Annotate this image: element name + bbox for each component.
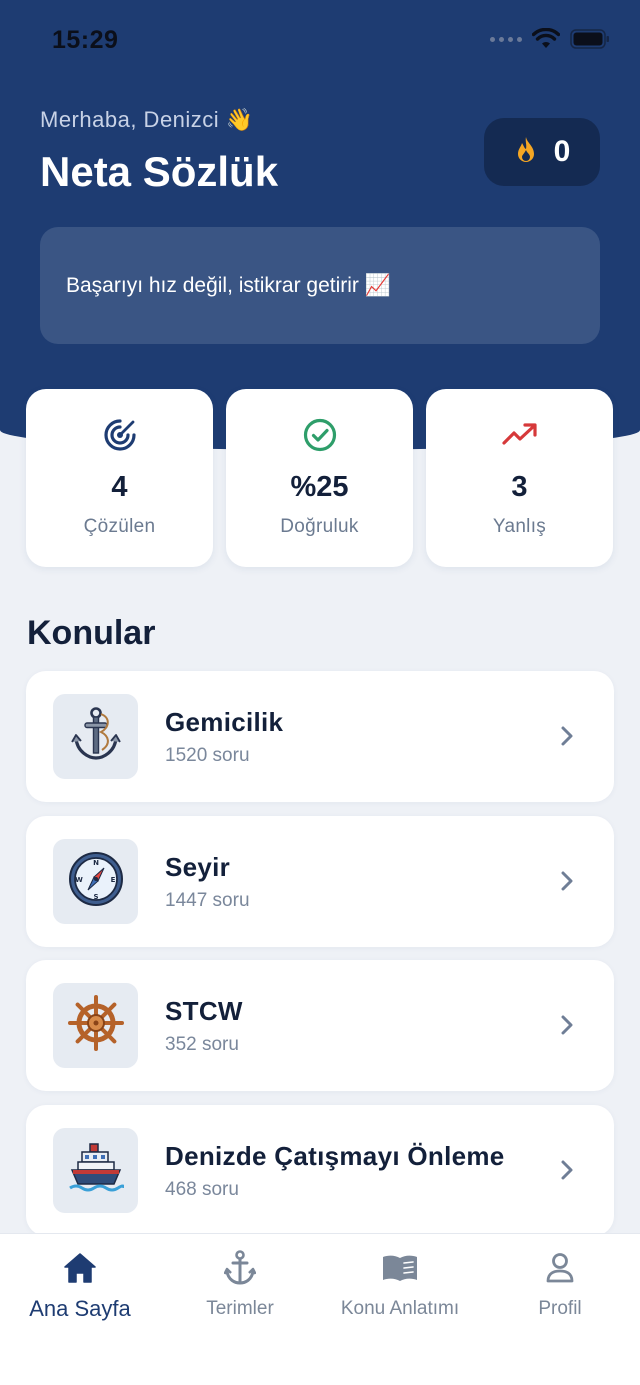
anchor-icon — [224, 1248, 256, 1288]
tab-bar: Ana Sayfa Terimler Konu Anlatımı Profil — [0, 1233, 640, 1385]
streak-badge[interactable]: 0 — [484, 118, 600, 186]
compass-icon: N S W E — [68, 851, 124, 912]
section-title-topics: Konular — [27, 614, 156, 652]
topic-thumbnail — [53, 1127, 138, 1213]
signal-icon — [490, 36, 522, 42]
topic-name: STCW — [165, 996, 243, 1026]
svg-text:N: N — [93, 859, 99, 867]
wifi-icon — [532, 28, 560, 50]
book-icon — [381, 1248, 419, 1288]
topic-card-collision[interactable]: Denizde Çatışmayı Önleme 468 soru — [26, 1104, 614, 1236]
topic-list: Gemicilik 1520 soru N S W E Seyir 1447 s… — [26, 671, 614, 1249]
topic-thumbnail — [53, 694, 138, 779]
chevron-right-icon — [560, 1159, 574, 1186]
topic-count: 1520 soru — [165, 745, 250, 766]
home-icon — [63, 1248, 97, 1288]
motto-banner: Başarıyı hız değil, istikrar getirir 📈 — [40, 227, 600, 344]
topic-count: 1447 soru — [165, 889, 250, 911]
topic-card-stcw[interactable]: STCW 352 soru — [26, 960, 614, 1091]
tab-terms[interactable]: Terimler — [160, 1248, 320, 1320]
stats-row: 4 Çözülen %25 Doğruluk 3 Yanlış — [26, 389, 613, 567]
greeting-text: Merhaba, Denizci 👋 — [40, 107, 254, 132]
tab-home[interactable]: Ana Sayfa — [0, 1248, 160, 1322]
topic-thumbnail — [53, 983, 138, 1068]
target-icon — [102, 417, 138, 453]
svg-text:W: W — [75, 876, 83, 884]
status-icons — [490, 28, 610, 50]
streak-count: 0 — [553, 135, 571, 168]
tab-lessons[interactable]: Konu Anlatımı — [320, 1248, 480, 1320]
stat-label: Çözülen — [83, 516, 156, 537]
tab-label: Konu Anlatımı — [340, 1298, 460, 1319]
chevron-right-icon — [560, 725, 574, 752]
svg-text:E: E — [110, 876, 115, 884]
person-icon — [545, 1248, 575, 1288]
status-time: 15:29 — [52, 26, 119, 54]
topic-count: 352 soru — [165, 1034, 239, 1055]
chevron-right-icon — [560, 870, 574, 897]
topic-name: Seyir — [165, 851, 231, 882]
status-bar: 15:29 — [0, 0, 640, 80]
topic-thumbnail: N S W E — [53, 838, 138, 924]
anchor-icon — [70, 706, 121, 767]
tab-label: Ana Sayfa — [29, 1296, 131, 1321]
topic-card-gemicilik[interactable]: Gemicilik 1520 soru — [26, 671, 614, 802]
stat-value: 4 — [111, 471, 128, 503]
battery-icon — [570, 29, 610, 49]
tab-label: Profil — [538, 1298, 582, 1319]
topic-name: Denizde Çatışmayı Önleme — [165, 1140, 505, 1171]
stat-card-wrong: 3 Yanlış — [426, 389, 613, 567]
stat-value: %25 — [290, 471, 349, 503]
tab-profile[interactable]: Profil — [480, 1248, 640, 1320]
trend-icon — [501, 417, 538, 453]
stat-card-accuracy: %25 Doğruluk — [226, 389, 413, 567]
page-title: Neta Sözlük — [40, 148, 279, 195]
stat-label: Doğruluk — [280, 516, 359, 537]
svg-text:S: S — [93, 893, 98, 901]
topic-count: 468 soru — [165, 1178, 239, 1200]
topic-card-seyir[interactable]: N S W E Seyir 1447 soru — [26, 815, 614, 947]
check-circle-icon — [302, 417, 338, 453]
stat-card-solved: 4 Çözülen — [26, 389, 213, 567]
topic-name: Gemicilik — [165, 707, 284, 737]
ship-wheel-icon — [67, 995, 124, 1056]
ship-icon — [68, 1140, 125, 1201]
tab-label: Terimler — [206, 1298, 274, 1319]
flame-icon — [514, 136, 538, 169]
stat-label: Yanlış — [492, 516, 547, 537]
chevron-right-icon — [560, 1014, 574, 1041]
stat-value: 3 — [511, 471, 528, 503]
